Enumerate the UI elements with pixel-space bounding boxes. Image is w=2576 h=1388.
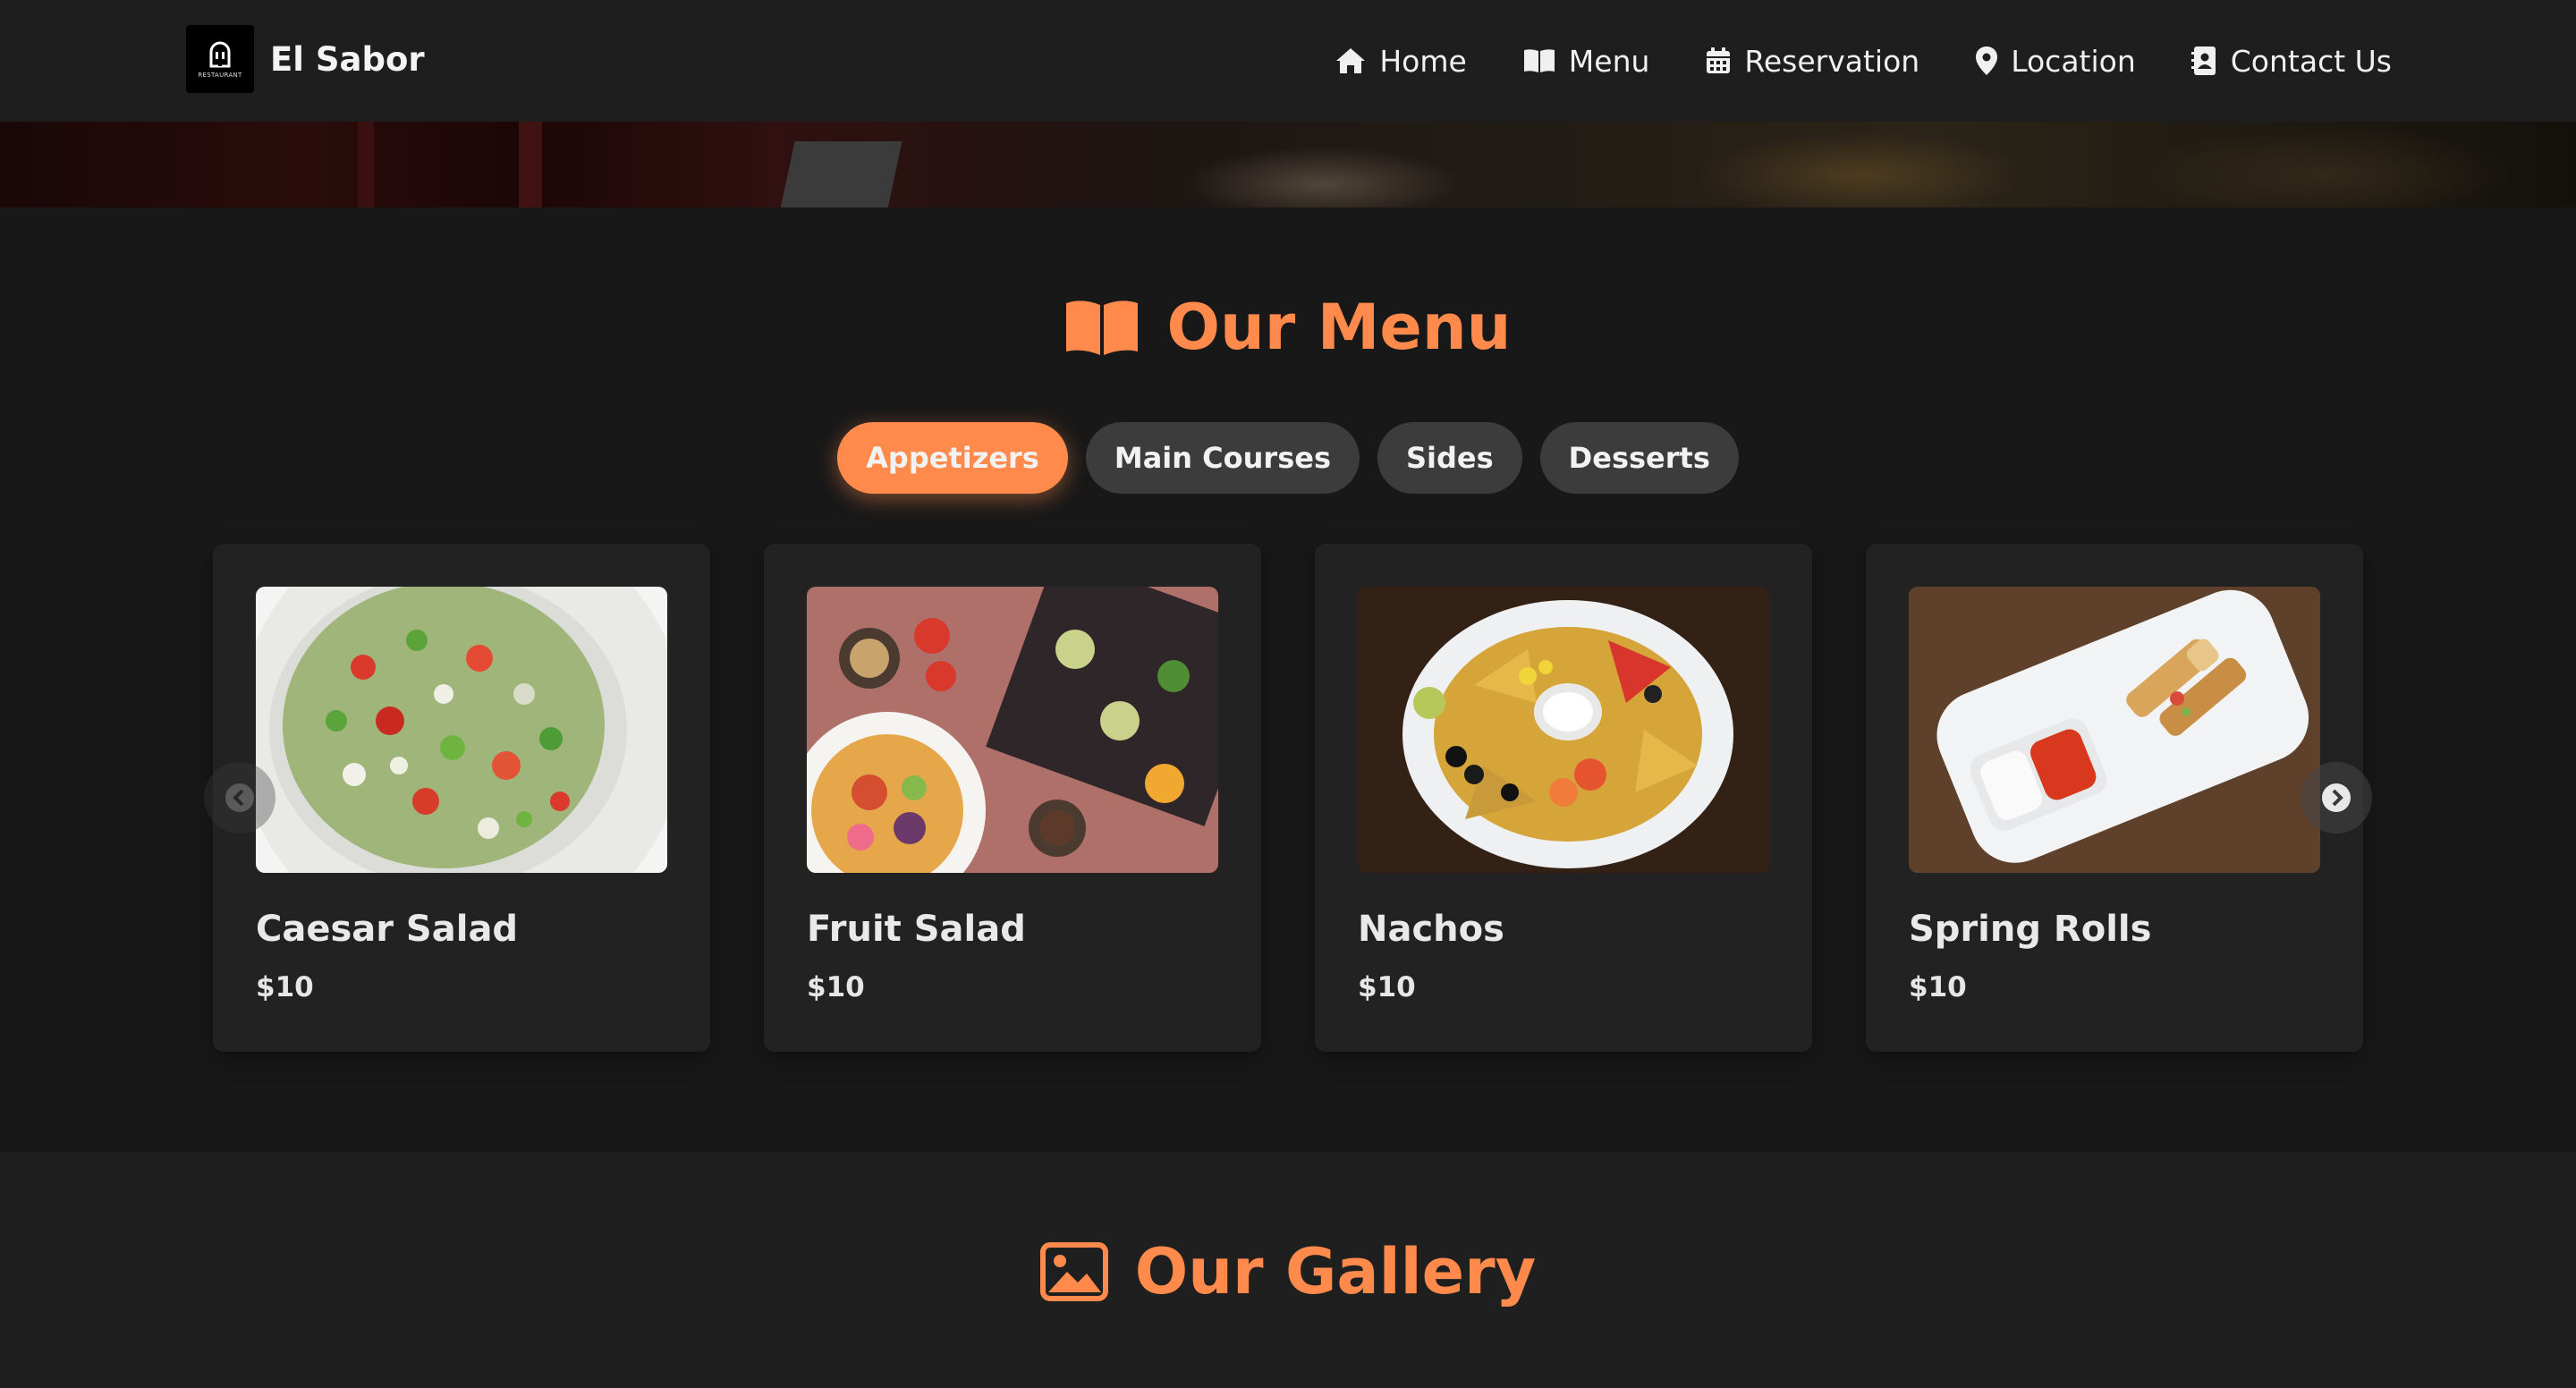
contact-book-icon [2190,47,2216,75]
menu-card[interactable]: Caesar Salad $10 [213,544,710,1052]
logo-text: RESTAURANT [198,72,242,79]
calendar-icon [1707,47,1731,73]
chevron-left-icon [225,783,254,812]
menu-item-price: $10 [1358,971,1416,1003]
nav-reservation[interactable]: Reservation [1705,44,1919,79]
chevron-right-icon [2322,783,2351,812]
menu-card[interactable]: Fruit Salad $10 [764,544,1261,1052]
nav-contact-label: Contact Us [2230,43,2392,79]
menu-item-name: Nachos [1358,909,1504,950]
menu-item-image [807,587,1218,873]
gallery-title: Our Gallery [0,1231,2576,1313]
nav-home-label: Home [1379,43,1467,79]
menu-item-price: $10 [256,971,314,1003]
nav-location[interactable]: Location [1975,44,2136,79]
menu-card[interactable]: Nachos $10 [1315,544,1812,1052]
menu-item-price: $10 [807,971,865,1003]
menu-item-image [1909,587,2320,873]
menu-item-image [1358,587,1769,873]
nav-links: Home Menu Reservation Location Contact U… [1279,0,2392,122]
nav-reservation-label: Reservation [1744,43,1920,79]
menu-item-name: Caesar Salad [256,909,519,950]
category-tabs: Appetizers Main Courses Sides Desserts [0,422,2576,494]
brand-logo[interactable]: RESTAURANT [186,25,254,93]
navbar: RESTAURANT El Sabor Home Menu Reservatio… [0,0,2576,122]
menu-item-image [256,587,667,873]
tab-main-courses[interactable]: Main Courses [1085,422,1360,494]
nav-menu-label: Menu [1568,43,1650,79]
nav-location-label: Location [2011,43,2136,79]
menu-item-price: $10 [1909,971,1967,1003]
nav-home[interactable]: Home [1335,43,1467,79]
chef-helmet-icon [209,41,231,68]
tab-appetizers[interactable]: Appetizers [837,422,1068,494]
brand-name[interactable]: El Sabor [270,40,425,79]
carousel-prev-button[interactable] [204,762,275,834]
brand[interactable]: RESTAURANT El Sabor [186,25,425,93]
menu-title: Our Menu [0,286,2576,368]
menu-section: Our Menu Appetizers Main Courses Sides D… [0,207,2576,1152]
tab-sides[interactable]: Sides [1377,422,1522,494]
image-icon [1039,1242,1108,1301]
tab-desserts[interactable]: Desserts [1539,422,1739,494]
menu-card[interactable]: Spring Rolls $10 [1866,544,2363,1052]
book-open-icon [1066,300,1139,355]
home-icon [1336,48,1366,73]
nav-contact[interactable]: Contact Us [2190,43,2392,79]
gallery-title-text: Our Gallery [1134,1235,1537,1308]
menu-item-name: Fruit Salad [807,909,1026,950]
gallery-section: Our Gallery [0,1152,2576,1388]
menu-item-name: Spring Rolls [1909,909,2152,950]
hero-background-image [0,122,2576,213]
menu-title-text: Our Menu [1166,291,1512,364]
menu-carousel: Caesar Salad $10 Fruit Salad $10 Nachos … [0,544,2576,1052]
nav-menu[interactable]: Menu [1522,43,1650,79]
book-open-icon [1523,49,1555,72]
map-pin-icon [1976,47,1998,75]
carousel-next-button[interactable] [2301,762,2372,834]
